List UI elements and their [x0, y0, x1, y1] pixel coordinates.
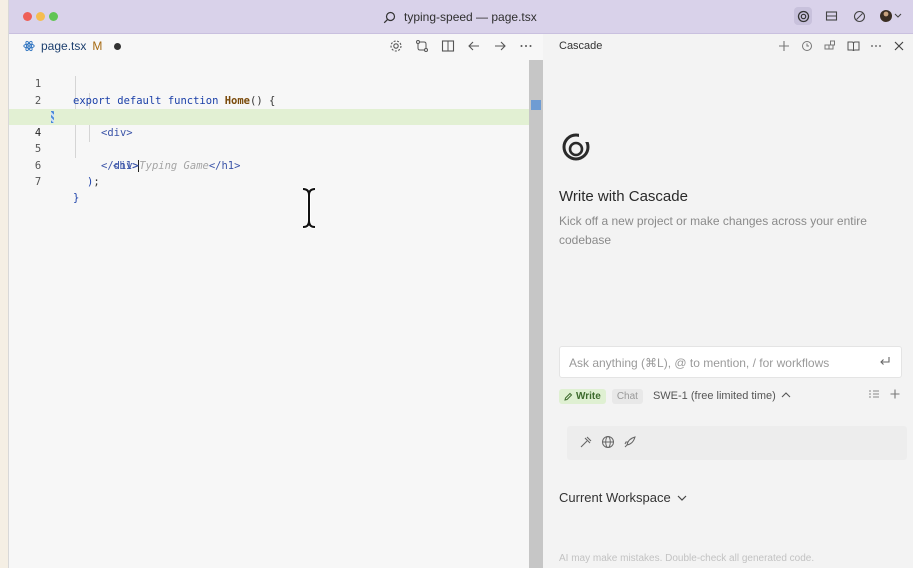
chat-mode-button[interactable]: Chat: [611, 388, 643, 404]
close-icon[interactable]: [892, 38, 906, 54]
window-title: typing-speed — page.tsx: [404, 10, 537, 24]
code-text: ;: [93, 176, 100, 189]
layout-icon[interactable]: [822, 7, 840, 25]
app-window: typing-speed — page.tsx page.tsx M 1 exp…: [8, 0, 913, 568]
mode-row: Write Chat SWE-1 (free limited time): [559, 387, 902, 405]
chevron-up-icon: [781, 392, 791, 398]
ask-input[interactable]: Ask anything (⌘L), @ to mention, / for w…: [559, 346, 902, 378]
book-icon[interactable]: [846, 38, 860, 54]
chevron-down-icon: [677, 495, 687, 501]
code-line: 5 </div>: [9, 125, 529, 171]
command-center[interactable]: typing-speed — page.tsx: [383, 8, 537, 26]
code-line-current: 4 <h1>Typing Game</h1>: [9, 108, 529, 172]
tools-bar: [567, 426, 907, 460]
tab-page-tsx[interactable]: page.tsx M: [9, 34, 122, 58]
more-icon[interactable]: [518, 37, 533, 54]
line-number: 7: [34, 176, 42, 189]
title-bar: typing-speed — page.tsx: [9, 0, 913, 34]
unsaved-dot-icon[interactable]: [114, 42, 122, 50]
model-name: SWE-1 (free limited time): [652, 390, 776, 402]
modified-badge: M: [92, 39, 103, 53]
source-control-icon[interactable]: [414, 37, 429, 54]
rocket-icon[interactable]: [623, 434, 637, 450]
welcome-title: Write with Cascade: [559, 188, 688, 205]
text-cursor-icon: [302, 187, 316, 229]
split-editor-icon[interactable]: [440, 37, 455, 54]
tab-filename: page.tsx: [41, 39, 87, 53]
disclaimer-text: AI may make mistakes. Double-check all g…: [559, 553, 815, 564]
code-line: 6 );: [9, 141, 529, 188]
editor-scrollbar[interactable]: [529, 60, 543, 568]
search-icon: [383, 11, 396, 23]
history-icon[interactable]: [800, 38, 814, 54]
welcome-subtitle: Kick off a new project or make changes a…: [559, 214, 867, 247]
sync-icon[interactable]: [850, 7, 868, 25]
code-line: 7 }: [9, 158, 529, 204]
forward-arrow-icon[interactable]: [492, 37, 507, 54]
edit-icon: [564, 392, 573, 401]
panel-title: Cascade: [559, 40, 603, 52]
current-workspace-dropdown[interactable]: Current Workspace: [559, 490, 687, 505]
code-line: 1 export default function Home() {: [9, 60, 529, 106]
settings-icon[interactable]: [388, 37, 403, 54]
enter-icon[interactable]: [879, 355, 891, 370]
more-icon[interactable]: [869, 38, 883, 54]
globe-icon[interactable]: [601, 434, 615, 450]
zoom-window-button[interactable]: [49, 12, 58, 21]
workspace-label: Current Workspace: [559, 490, 671, 505]
code-brace: }: [73, 192, 80, 205]
code-area[interactable]: 1 export default function Home() { 2 ret…: [9, 60, 529, 204]
editor-pane: page.tsx M 1 export default function Hom…: [9, 34, 543, 568]
account-avatar-icon[interactable]: [878, 7, 904, 25]
hammer-icon[interactable]: [579, 434, 593, 450]
react-icon: [23, 40, 35, 52]
editor-tab-bar: page.tsx M: [9, 34, 543, 58]
add-context-icon[interactable]: [890, 388, 900, 402]
plus-icon[interactable]: [777, 38, 791, 54]
model-selector[interactable]: SWE-1 (free limited time): [653, 390, 791, 402]
cascade-panel: Cascade Write with Cascade Kick off a ne…: [543, 34, 913, 568]
ask-placeholder: Ask anything (⌘L), @ to mention, / for w…: [569, 356, 830, 370]
code-line: 3 <div>: [9, 93, 529, 139]
code-line: 2 return (: [9, 76, 529, 123]
minimize-window-button[interactable]: [36, 12, 45, 21]
diff-marker-icon[interactable]: [51, 110, 54, 123]
cascade-logo-icon: [562, 132, 591, 161]
close-window-button[interactable]: [23, 12, 32, 21]
extensions-icon[interactable]: [823, 38, 837, 54]
checklist-icon[interactable]: [868, 388, 880, 402]
minimap-change-marker: [531, 100, 541, 110]
back-arrow-icon[interactable]: [466, 37, 481, 54]
windsurf-icon[interactable]: [794, 7, 812, 25]
write-mode-button[interactable]: Write: [559, 388, 606, 404]
write-mode-label: Write: [576, 390, 601, 402]
